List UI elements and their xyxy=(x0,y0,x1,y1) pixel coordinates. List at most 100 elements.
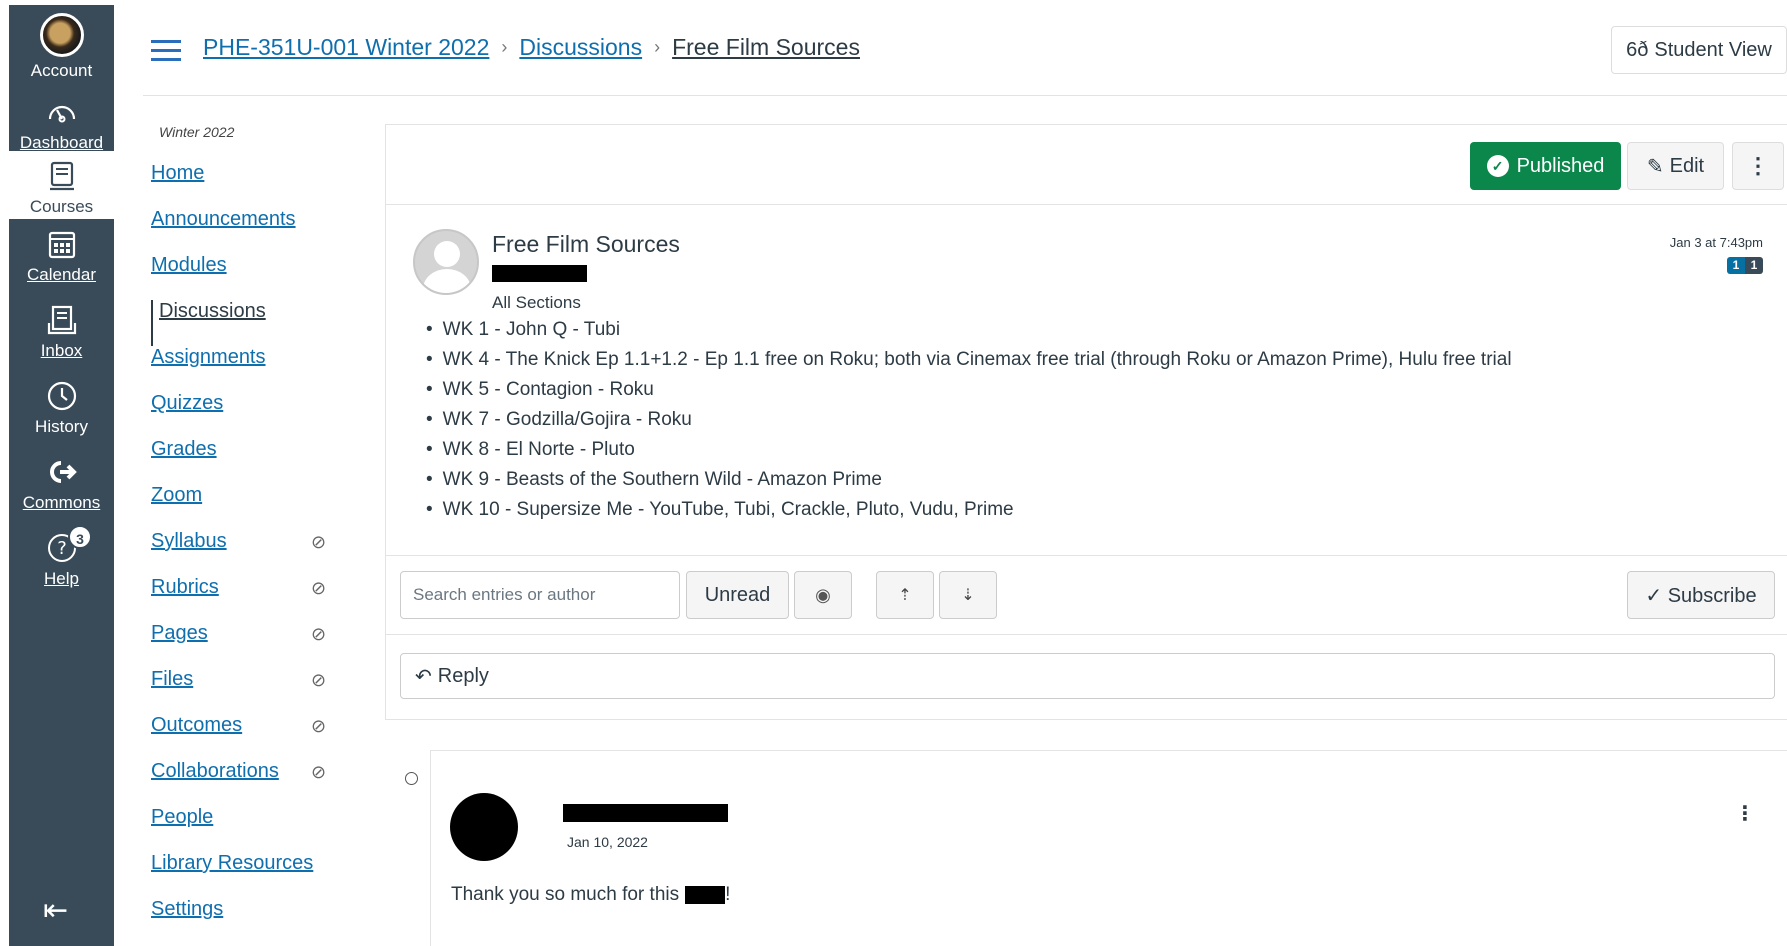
breadcrumb: PHE-351U-001 Winter 2022 › Discussions ›… xyxy=(203,34,860,61)
course-nav-grades[interactable]: Grades xyxy=(151,438,351,484)
course-nav-grades-link[interactable]: Grades xyxy=(151,438,217,460)
course-nav-quizzes[interactable]: Quizzes xyxy=(151,392,351,438)
course-nav-people[interactable]: People xyxy=(151,806,351,852)
entry-author-avatar[interactable] xyxy=(450,793,518,861)
course-nav-library-resources[interactable]: Library Resources xyxy=(151,852,351,898)
course-nav-announcements-link[interactable]: Announcements xyxy=(151,208,296,230)
topic-toolbar: ✓ Published ✎ Edit ⋮ xyxy=(386,125,1787,205)
help-badge: 3 xyxy=(68,525,92,549)
breadcrumb-separator-icon: › xyxy=(501,37,508,57)
course-nav-zoom[interactable]: Zoom xyxy=(151,484,351,530)
course-nav-rubrics-link[interactable]: Rubrics xyxy=(151,576,219,598)
global-nav-courses[interactable]: Courses xyxy=(9,151,114,219)
author-avatar[interactable] xyxy=(413,229,479,295)
course-nav-announcements[interactable]: Announcements xyxy=(151,208,351,254)
global-nav-commons[interactable]: Commons xyxy=(9,455,114,513)
course-nav-modules-link[interactable]: Modules xyxy=(151,254,227,276)
list-item: WK 9 - Beasts of the Southern Wild - Ama… xyxy=(426,465,1512,495)
checkmark-icon: ✓ xyxy=(1645,584,1663,607)
breadcrumb-discussions[interactable]: Discussions xyxy=(519,34,642,61)
reply-row: ↶ Reply xyxy=(386,635,1787,717)
page-header: PHE-351U-001 Winter 2022 › Discussions ›… xyxy=(143,22,1787,96)
edit-button[interactable]: ✎ Edit xyxy=(1627,142,1724,190)
svg-text:?: ? xyxy=(57,538,67,559)
global-nav-calendar[interactable]: Calendar xyxy=(9,227,114,285)
discussion-topic-panel: ✓ Published ✎ Edit ⋮ Free Film Sources A… xyxy=(385,124,1787,720)
check-circle-icon: ✓ xyxy=(1486,155,1509,177)
published-button[interactable]: ✓ Published xyxy=(1470,142,1621,190)
course-nav-collaborations[interactable]: Collaborations ⊘ xyxy=(151,760,351,806)
breadcrumb-course[interactable]: PHE-351U-001 Winter 2022 xyxy=(203,34,489,61)
arrow-up-box-icon: ⇡ xyxy=(898,587,912,604)
read-status-indicator[interactable] xyxy=(405,772,418,785)
course-nav-assignments-link[interactable]: Assignments xyxy=(151,346,266,368)
course-nav-quizzes-link[interactable]: Quizzes xyxy=(151,392,223,414)
more-options-button[interactable]: ⋮ xyxy=(1732,142,1784,190)
global-nav-dashboard[interactable]: Dashboard xyxy=(9,95,114,153)
collapse-nav-icon[interactable]: ⇤ xyxy=(43,893,68,928)
course-nav-files[interactable]: Files ⊘ xyxy=(151,668,351,714)
course-nav-syllabus-link[interactable]: Syllabus xyxy=(151,530,227,552)
topic-sections: All Sections xyxy=(492,293,581,312)
commons-icon xyxy=(49,461,77,483)
course-nav-home[interactable]: Home xyxy=(151,162,351,208)
course-nav-pages[interactable]: Pages ⊘ xyxy=(151,622,351,668)
course-nav-syllabus[interactable]: Syllabus ⊘ xyxy=(151,530,351,576)
course-nav-files-link[interactable]: Files xyxy=(151,668,193,690)
course-nav-collaborations-link[interactable]: Collaborations xyxy=(151,760,279,782)
list-item: WK 8 - El Norte - Pluto xyxy=(426,435,1512,465)
global-nav-history[interactable]: History xyxy=(9,379,114,437)
eye-slash-icon: ⊘ xyxy=(311,716,327,736)
list-item: WK 7 - Godzilla/Gojira - Roku xyxy=(426,405,1512,435)
course-nav-outcomes-link[interactable]: Outcomes xyxy=(151,714,242,736)
hamburger-menu-icon[interactable] xyxy=(151,40,181,62)
global-nav-inbox[interactable]: Inbox xyxy=(9,303,114,361)
course-nav-library-resources-link[interactable]: Library Resources xyxy=(151,852,313,874)
global-nav-help[interactable]: ? 3 Help xyxy=(9,525,114,589)
inbox-icon xyxy=(47,305,76,335)
global-nav-calendar-label: Calendar xyxy=(27,265,96,284)
history-clock-icon xyxy=(47,381,76,411)
collapse-threads-button[interactable]: ⇣ xyxy=(939,571,997,619)
course-nav-discussions[interactable]: Discussions xyxy=(151,300,351,346)
topic-date: Jan 3 at 7:43pm xyxy=(1669,235,1763,250)
course-nav-zoom-link[interactable]: Zoom xyxy=(151,484,202,506)
list-item: WK 10 - Supersize Me - YouTube, Tubi, Cr… xyxy=(426,495,1512,525)
reply-button[interactable]: ↶ Reply xyxy=(400,653,1775,699)
eye-slash-icon: ⊘ xyxy=(311,578,327,598)
subscribe-button[interactable]: ✓ Subscribe xyxy=(1627,571,1775,619)
account-avatar xyxy=(39,13,84,57)
course-nav-settings[interactable]: Settings xyxy=(151,898,351,944)
global-nav-help-label: Help xyxy=(44,569,79,588)
view-eye-button[interactable]: ◉ xyxy=(794,571,852,619)
entry-body-end: ! xyxy=(725,884,731,905)
breadcrumb-current[interactable]: Free Film Sources xyxy=(672,34,860,61)
course-nav-discussions-link[interactable]: Discussions xyxy=(153,300,266,322)
course-nav: Winter 2022 Home Announcements Modules D… xyxy=(151,124,351,944)
redacted-entry-text xyxy=(685,886,726,904)
global-nav-dashboard-label: Dashboard xyxy=(19,133,104,152)
search-input[interactable] xyxy=(400,571,680,619)
reply-counts: 1 1 xyxy=(1727,257,1763,274)
subscribe-label: Subscribe xyxy=(1667,584,1757,607)
global-nav-account[interactable]: Account xyxy=(9,13,114,81)
list-item: WK 5 - Contagion - Roku xyxy=(426,375,1512,405)
eye-icon: ◉ xyxy=(815,584,831,605)
student-view-button[interactable]: 6ð Student View xyxy=(1611,26,1787,74)
eye-slash-icon: ⊘ xyxy=(311,532,327,552)
redacted-author-name xyxy=(492,265,587,282)
expand-threads-button[interactable]: ⇡ xyxy=(876,571,934,619)
course-nav-people-link[interactable]: People xyxy=(151,806,213,828)
eye-slash-icon: ⊘ xyxy=(311,670,327,690)
unread-filter-button[interactable]: Unread xyxy=(686,571,789,619)
course-nav-rubrics[interactable]: Rubrics ⊘ xyxy=(151,576,351,622)
global-nav: Account Dashboard Courses Calendar Inbox… xyxy=(9,5,114,946)
course-nav-home-link[interactable]: Home xyxy=(151,162,204,184)
course-nav-pages-link[interactable]: Pages xyxy=(151,622,208,644)
course-nav-modules[interactable]: Modules xyxy=(151,254,351,300)
discussion-entry: Jan 10, 2022 ⋮ Thank you so much for thi… xyxy=(430,750,1787,946)
course-nav-outcomes[interactable]: Outcomes ⊘ xyxy=(151,714,351,760)
course-nav-assignments[interactable]: Assignments xyxy=(151,346,351,392)
entry-kebab-menu-icon[interactable]: ⋮ xyxy=(1735,801,1755,826)
course-nav-settings-link[interactable]: Settings xyxy=(151,898,223,920)
